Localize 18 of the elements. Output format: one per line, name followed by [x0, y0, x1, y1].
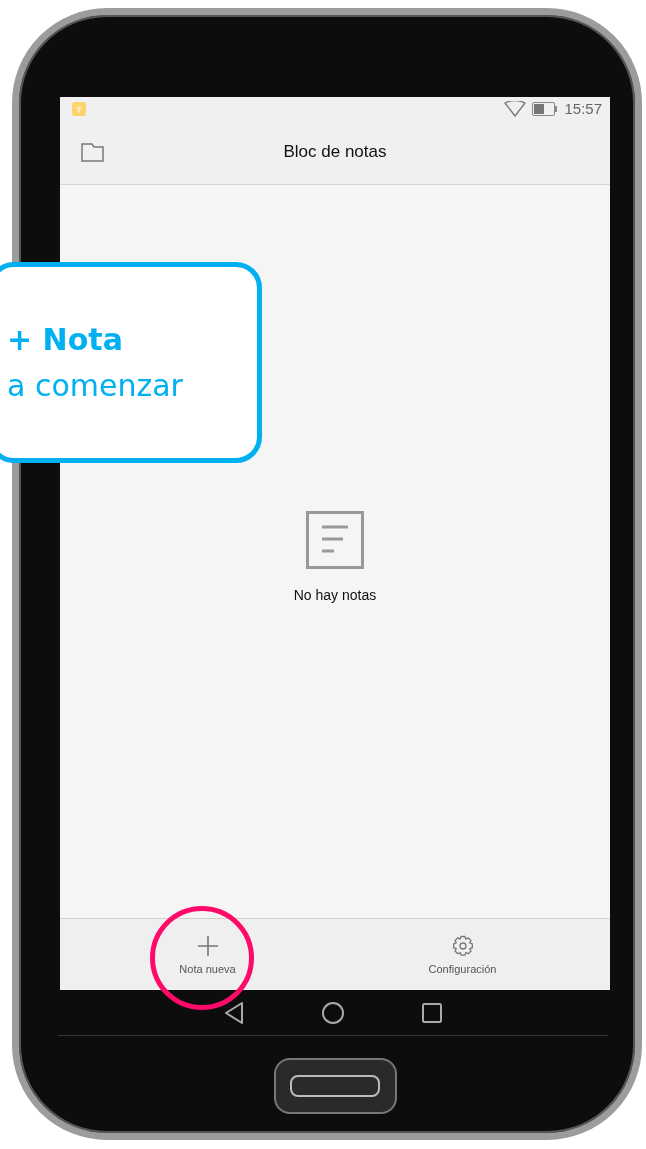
back-icon[interactable] [223, 1000, 245, 1025]
home-icon[interactable] [321, 1000, 345, 1025]
status-time: 15:57 [564, 100, 602, 117]
bottom-bar-button[interactable]: Configuración [335, 919, 590, 990]
wifi-icon [504, 100, 527, 117]
folder-icon[interactable] [81, 142, 104, 162]
recent-apps-icon[interactable] [421, 1001, 443, 1024]
app-title: Bloc de notas [283, 142, 387, 162]
battery-icon [532, 101, 559, 116]
wifi-notification-icon [72, 101, 86, 116]
settings-icon [451, 934, 474, 957]
callout-title: + Nota [7, 320, 124, 359]
callout-text: a comenzar [7, 366, 184, 405]
document-icon [306, 511, 364, 569]
bottom-bar-button[interactable]: Nota nueva [80, 919, 335, 990]
empty-message: No hay notas [293, 587, 377, 603]
home-button[interactable] [273, 1058, 397, 1114]
plus-icon [196, 934, 219, 957]
